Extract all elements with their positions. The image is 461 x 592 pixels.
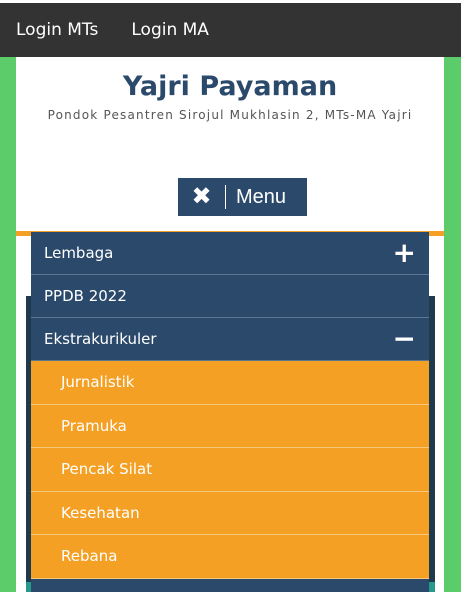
menu-item-label: Ekstrakurikuler	[44, 330, 157, 348]
login-ma-link[interactable]: Login MA	[131, 20, 209, 40]
menu-item-ppdb[interactable]: PPDB 2022	[31, 275, 429, 318]
menu-item-label: Lembaga	[44, 244, 114, 262]
login-mts-link[interactable]: Login MTs	[16, 20, 98, 40]
menu-item-lembaga[interactable]: Lembaga +	[31, 232, 429, 275]
submenu-item-kesehatan[interactable]: Kesehatan	[31, 491, 429, 535]
submenu-item-pramuka[interactable]: Pramuka	[31, 404, 429, 448]
submenu-item-pencak-silat[interactable]: Pencak Silat	[31, 448, 429, 492]
site-description: Pondok Pesantren Sirojul Mukhlasin 2, MT…	[47, 108, 413, 122]
menu-item-ekstrakurikuler[interactable]: Ekstrakurikuler −	[31, 318, 429, 361]
plus-icon[interactable]: +	[393, 239, 416, 267]
right-border	[444, 57, 461, 592]
submenu-item-jurnalistik[interactable]: Jurnalistik	[31, 361, 429, 405]
minus-icon[interactable]: −	[393, 325, 416, 353]
menu-toggle-button[interactable]: ✖ Menu	[178, 178, 307, 216]
menu-item-next[interactable]	[31, 578, 429, 592]
menu-toggle-label: Menu	[236, 185, 287, 208]
main-menu: Lembaga + PPDB 2022 Ekstrakurikuler − Ju…	[31, 232, 429, 592]
submenu-item-rebana[interactable]: Rebana	[31, 535, 429, 579]
site-title[interactable]: Yajri Payaman	[16, 71, 444, 102]
menu-item-label: PPDB 2022	[44, 287, 127, 305]
close-icon: ✖	[178, 185, 226, 209]
page: Login MTs Login MA Yajri Payaman Pondok …	[0, 0, 461, 592]
top-navigation: Login MTs Login MA	[0, 3, 461, 57]
left-border	[0, 57, 16, 592]
